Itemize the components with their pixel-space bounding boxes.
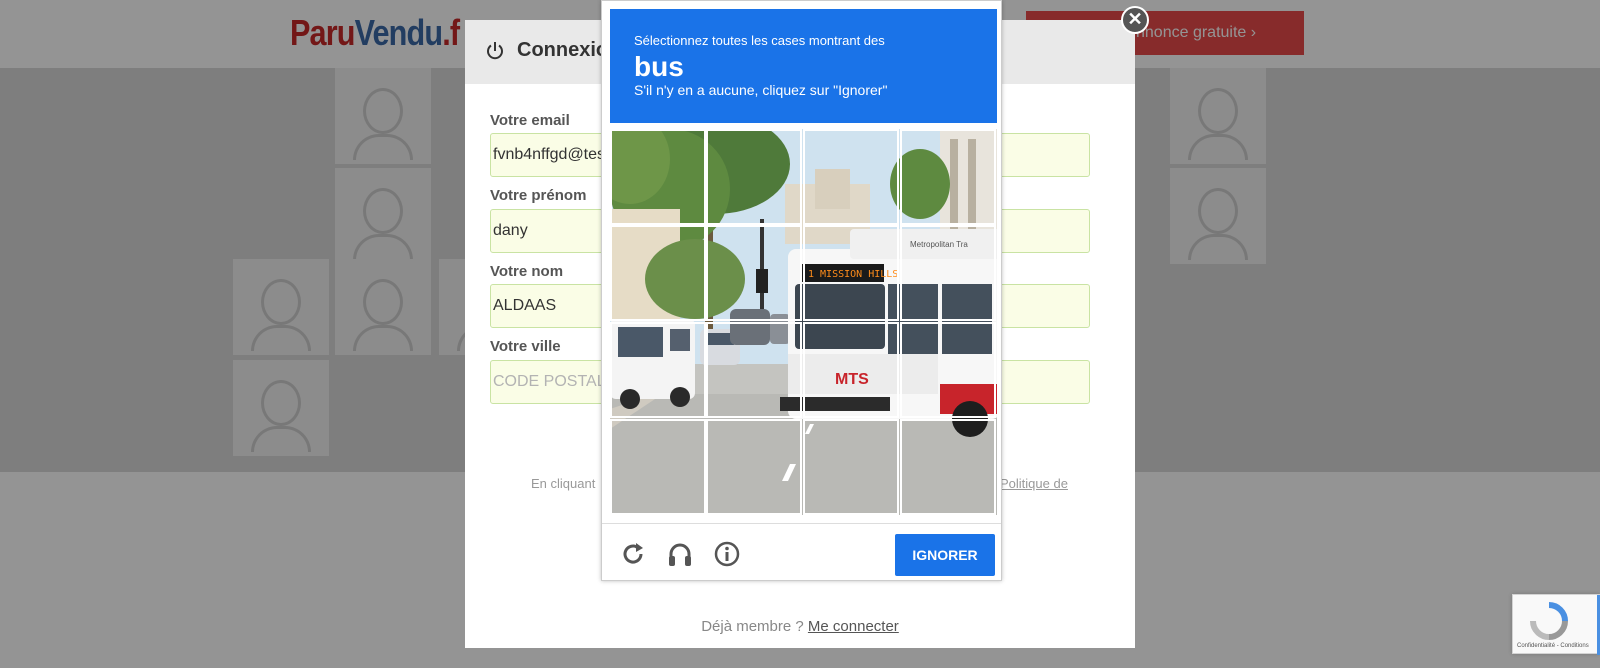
skip-button[interactable]: IGNORER bbox=[895, 534, 995, 576]
captcha-tile[interactable] bbox=[900, 225, 996, 321]
captcha-instructions: Sélectionnez toutes les cases montrant d… bbox=[610, 9, 997, 123]
captcha-tile[interactable] bbox=[900, 129, 996, 225]
audio-icon[interactable] bbox=[666, 540, 694, 568]
captcha-tile[interactable] bbox=[610, 322, 706, 418]
recaptcha-badge[interactable]: Confidentialité - Conditions bbox=[1512, 594, 1600, 655]
login-link[interactable]: Me connecter bbox=[808, 618, 899, 635]
captcha-tile[interactable] bbox=[706, 225, 802, 321]
modal-title: Connexio bbox=[517, 39, 609, 61]
captcha-challenge: Sélectionnez toutes les cases montrant d… bbox=[601, 0, 1002, 581]
close-modal-button[interactable]: ✕ bbox=[1121, 6, 1149, 34]
captcha-tile[interactable] bbox=[900, 419, 996, 515]
captcha-tile[interactable] bbox=[803, 322, 899, 418]
captcha-tile[interactable] bbox=[610, 419, 706, 515]
close-icon: ✕ bbox=[1127, 9, 1143, 29]
already-member: Déjà membre ? Me connecter bbox=[465, 618, 1135, 635]
captcha-image-grid: 1 MISSION HILLS Metropolitan Tra MTS bbox=[610, 129, 997, 515]
captcha-tile[interactable] bbox=[706, 419, 802, 515]
captcha-tile[interactable] bbox=[803, 225, 899, 321]
captcha-tile[interactable] bbox=[706, 322, 802, 418]
captcha-keyword: bus bbox=[634, 51, 684, 82]
badge-text: Confidentialité - Conditions bbox=[1517, 643, 1589, 649]
email-label: Votre email bbox=[490, 112, 570, 129]
recaptcha-logo-icon bbox=[1530, 602, 1568, 640]
legal-text: En cliquant bbox=[531, 476, 596, 491]
captcha-tile[interactable] bbox=[610, 129, 706, 225]
info-icon[interactable] bbox=[713, 540, 741, 568]
captcha-instruction-line1: Sélectionnez toutes les cases montrant d… bbox=[634, 33, 885, 48]
captcha-tile[interactable] bbox=[900, 322, 996, 418]
captcha-tile[interactable] bbox=[803, 419, 899, 515]
already-member-text: Déjà membre ? bbox=[701, 618, 804, 635]
privacy-policy-link[interactable]: Politique de bbox=[1000, 476, 1068, 491]
city-label: Votre ville bbox=[490, 338, 561, 355]
lastname-label: Votre nom bbox=[490, 263, 564, 280]
captcha-tile[interactable] bbox=[706, 129, 802, 225]
reload-icon[interactable] bbox=[619, 540, 647, 568]
firstname-label: Votre prénom bbox=[490, 187, 587, 204]
captcha-instruction-line2: S'il n'y en a aucune, cliquez sur "Ignor… bbox=[634, 82, 888, 98]
captcha-tile[interactable] bbox=[803, 129, 899, 225]
captcha-footer: IGNORER bbox=[602, 523, 1001, 581]
captcha-tile[interactable] bbox=[610, 225, 706, 321]
power-icon bbox=[487, 42, 503, 60]
